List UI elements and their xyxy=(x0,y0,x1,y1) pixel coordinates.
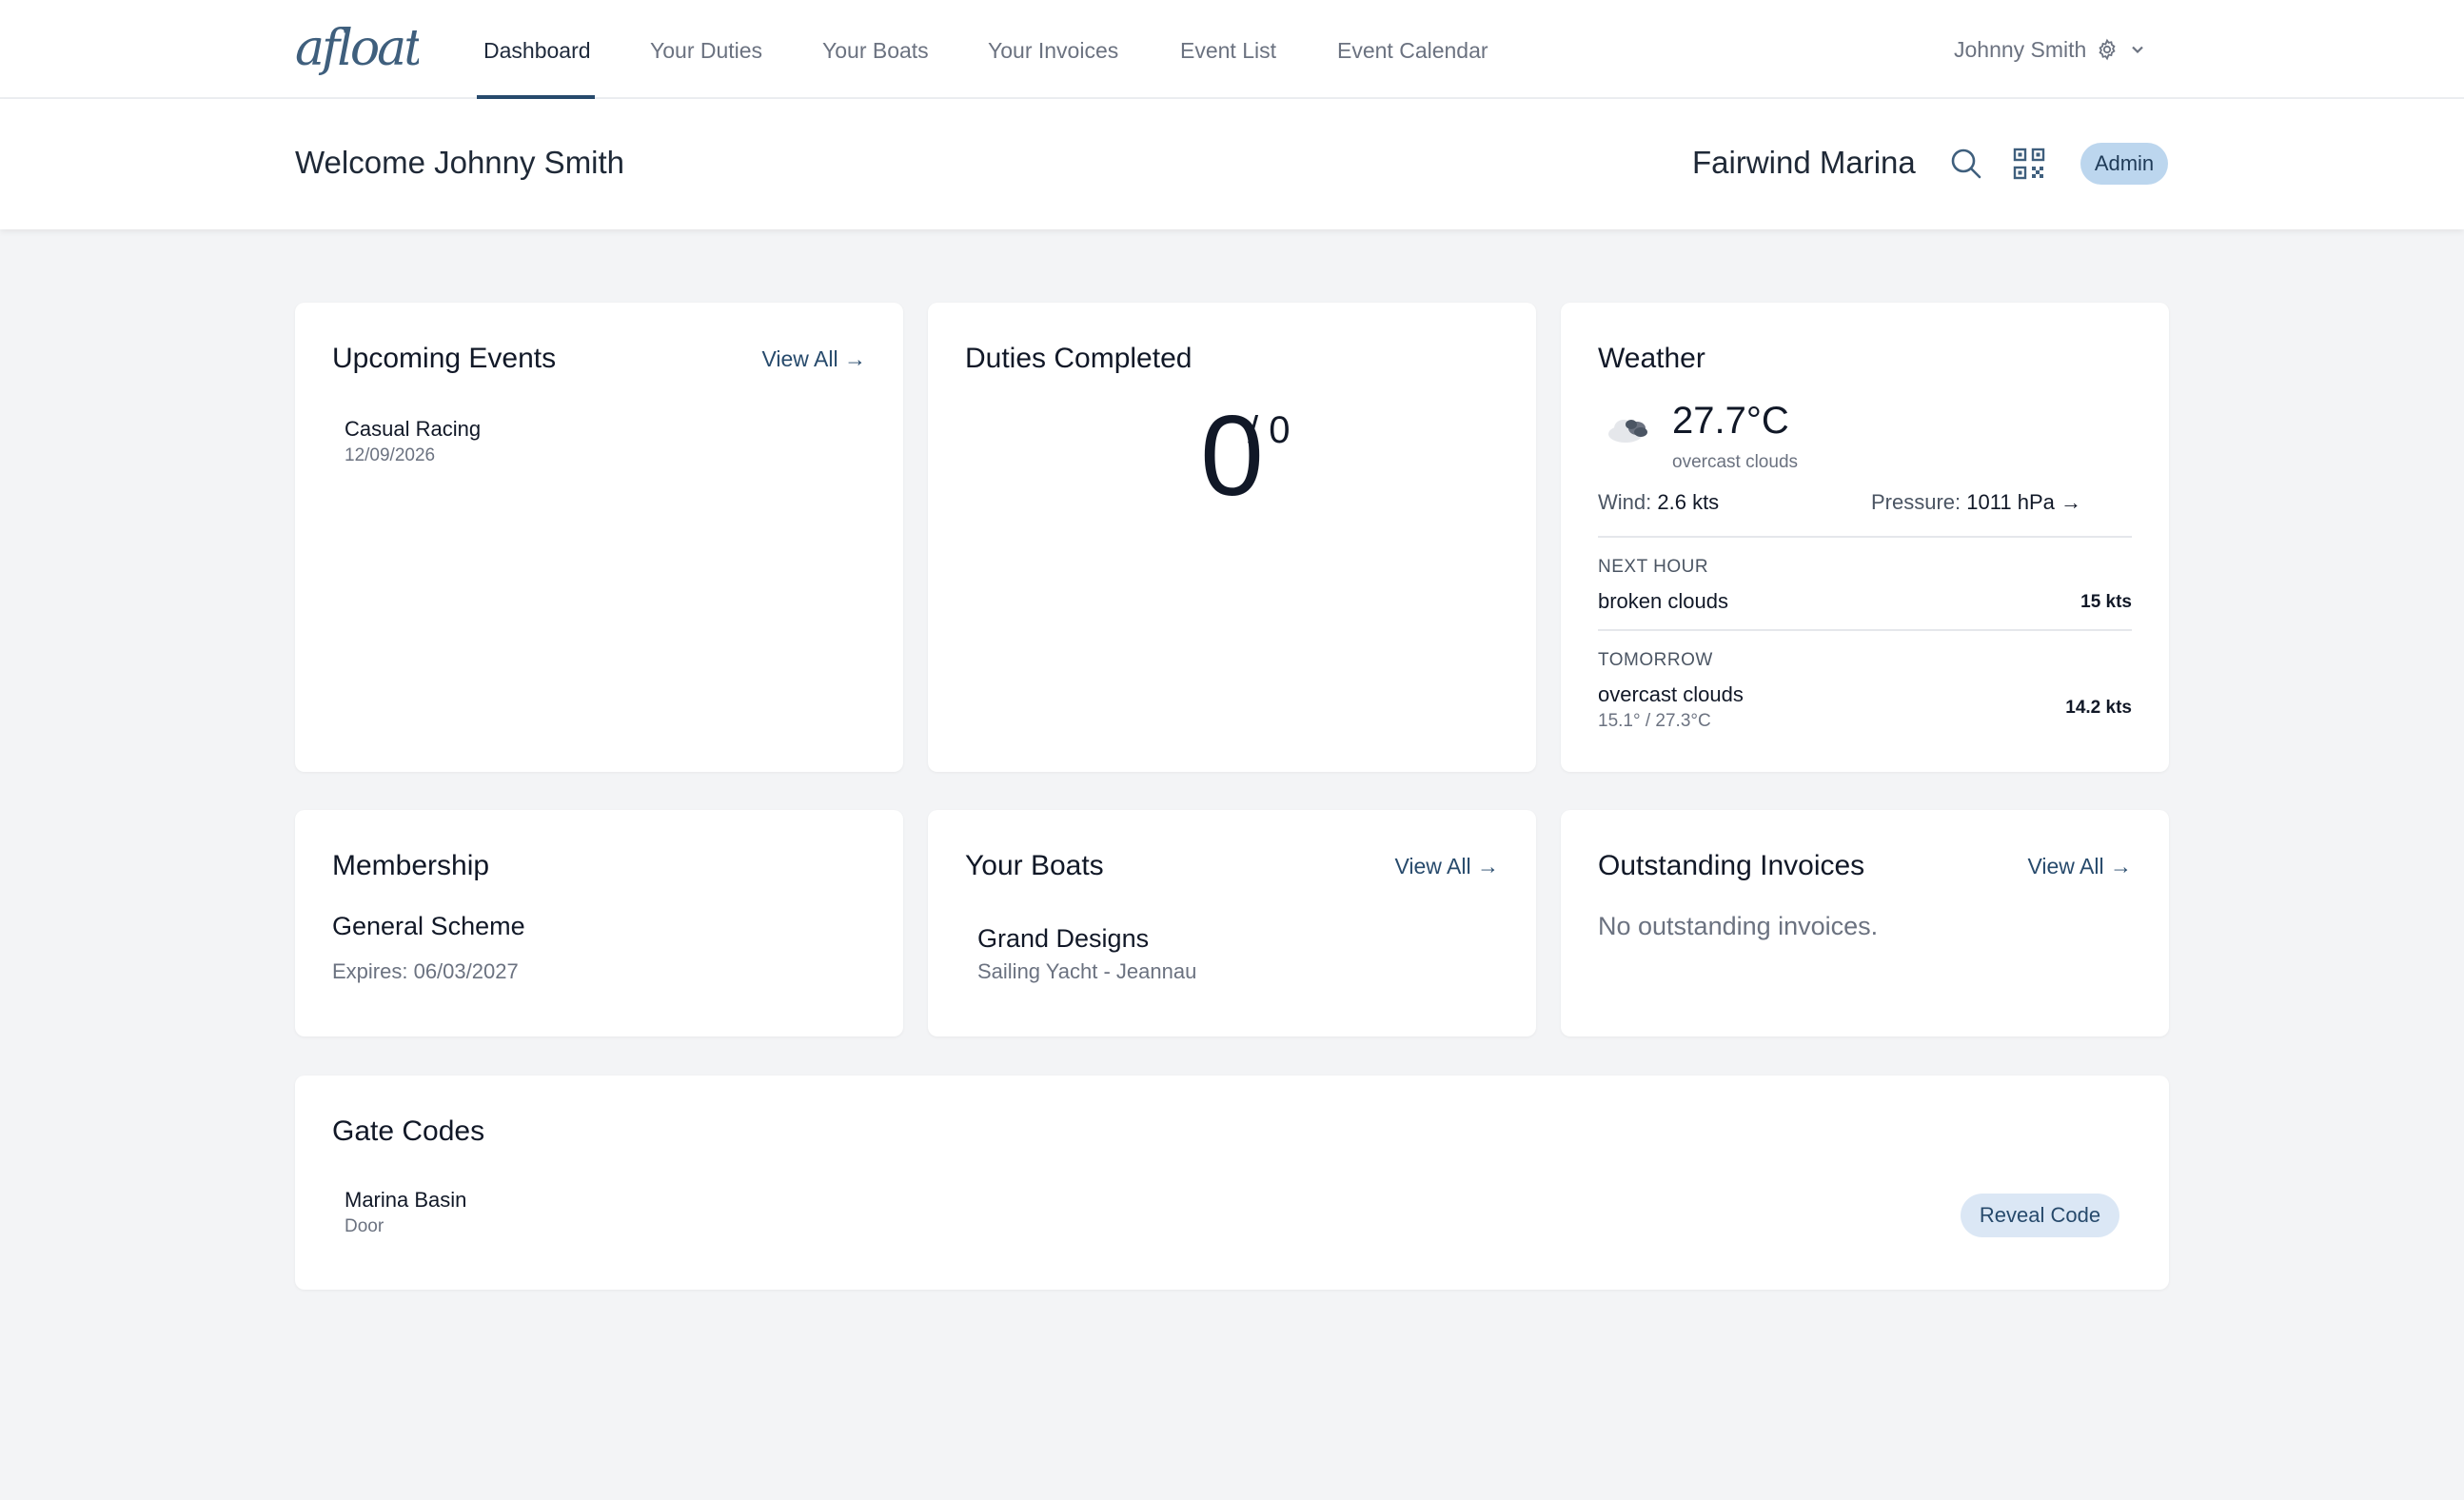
nav-your-boats[interactable]: Your Boats xyxy=(822,0,929,99)
nav-your-duties[interactable]: Your Duties xyxy=(650,0,762,99)
chevron-down-icon xyxy=(2132,46,2144,54)
wind-readout: Wind: 2.6 kts xyxy=(1598,490,1719,515)
cloud-icon xyxy=(1608,420,1647,443)
upcoming-events-card: Upcoming Events View All → Casual Racing… xyxy=(295,303,903,772)
nav-dashboard[interactable]: Dashboard xyxy=(483,0,591,99)
nav-your-invoices[interactable]: Your Invoices xyxy=(988,0,1118,99)
user-menu[interactable]: Johnny Smith xyxy=(1954,32,2147,67)
event-date: 12/09/2026 xyxy=(345,445,436,465)
view-all-boats-link[interactable]: View All → xyxy=(1394,854,1499,879)
current-conditions: overcast clouds xyxy=(1672,452,1799,472)
membership-scheme: General Scheme xyxy=(332,912,525,940)
afloat-logo[interactable]: afloat xyxy=(295,21,419,76)
view-all-events-link[interactable]: View All → xyxy=(761,346,866,372)
role-badge[interactable]: Admin xyxy=(2080,143,2168,185)
next-hour-conditions: broken clouds xyxy=(1598,589,1728,613)
card-title: Gate Codes xyxy=(332,1115,485,1147)
nav-event-list[interactable]: Event List xyxy=(1180,0,1276,99)
membership-expiry: Expires: 06/03/2027 xyxy=(332,959,519,983)
gate-codes-card: Gate Codes Marina Basin Door Reveal Code xyxy=(295,1076,2169,1290)
weather-card: Weather 27.7°C overcast clouds Wind: 2.6… xyxy=(1561,303,2169,772)
wind-value: 2.6 kts xyxy=(1657,490,1720,514)
divider xyxy=(1598,629,2132,631)
current-temperature: 27.7°C xyxy=(1672,400,1789,442)
membership-card: Membership General Scheme Expires: 06/03… xyxy=(295,810,903,1036)
gate-type: Door xyxy=(345,1216,384,1236)
gear-icon xyxy=(2099,38,2116,61)
gate-name: Marina Basin xyxy=(345,1188,467,1212)
tomorrow-wind: 14.2 kts xyxy=(2065,698,2132,718)
card-title: Upcoming Events xyxy=(332,343,557,374)
boat-name: Grand Designs xyxy=(977,924,1150,953)
top-nav: afloat Dashboard Your Duties Your Boats … xyxy=(0,0,2464,99)
page-header: Welcome Johnny Smith Fairwind Marina Adm… xyxy=(0,99,2464,229)
tomorrow-label: TOMORROW xyxy=(1598,650,1713,670)
tomorrow-conditions: overcast clouds xyxy=(1598,682,1744,706)
club-name: Fairwind Marina xyxy=(1692,145,1916,180)
svg-text:afloat: afloat xyxy=(295,21,419,76)
wind-label: Wind: xyxy=(1598,490,1652,514)
card-title: Outstanding Invoices xyxy=(1598,850,1865,881)
divider xyxy=(1598,536,2132,538)
nav-event-calendar[interactable]: Event Calendar xyxy=(1337,0,1488,99)
boat-type: Sailing Yacht - Jeannau xyxy=(977,959,1197,983)
pressure-value: 1011 hPa → xyxy=(1966,490,2081,514)
next-hour-wind: 15 kts xyxy=(2080,592,2132,612)
duties-count-wrap: 0 xyxy=(928,390,1536,522)
card-title: Membership xyxy=(332,850,490,881)
reveal-code-button[interactable]: Reveal Code xyxy=(1961,1194,2119,1237)
tomorrow-temp-range: 15.1° / 27.3°C xyxy=(1598,711,1711,731)
user-name: Johnny Smith xyxy=(1954,36,2087,62)
view-all-invoices-link[interactable]: View All → xyxy=(2027,854,2132,879)
event-name: Casual Racing xyxy=(345,417,482,441)
pressure-label: Pressure: xyxy=(1871,490,1961,514)
card-title: Duties Completed xyxy=(965,343,1193,374)
card-title: Weather xyxy=(1598,343,1705,374)
page-title: Welcome Johnny Smith xyxy=(295,145,625,180)
duties-total: / 0 xyxy=(1248,409,1291,451)
next-hour-label: NEXT HOUR xyxy=(1598,557,1709,577)
empty-state-text: No outstanding invoices. xyxy=(1598,912,1879,940)
outstanding-invoices-card: Outstanding Invoices View All → No outst… xyxy=(1561,810,2169,1036)
duties-completed-card: Duties Completed 0 / 0 xyxy=(928,303,1536,772)
your-boats-card: Your Boats View All → Grand Designs Sail… xyxy=(928,810,1536,1036)
card-title: Your Boats xyxy=(965,850,1104,881)
qr-code-icon[interactable] xyxy=(2012,147,2046,181)
pressure-readout[interactable]: Pressure: 1011 hPa → xyxy=(1871,490,2081,515)
search-icon[interactable] xyxy=(1949,147,1983,181)
